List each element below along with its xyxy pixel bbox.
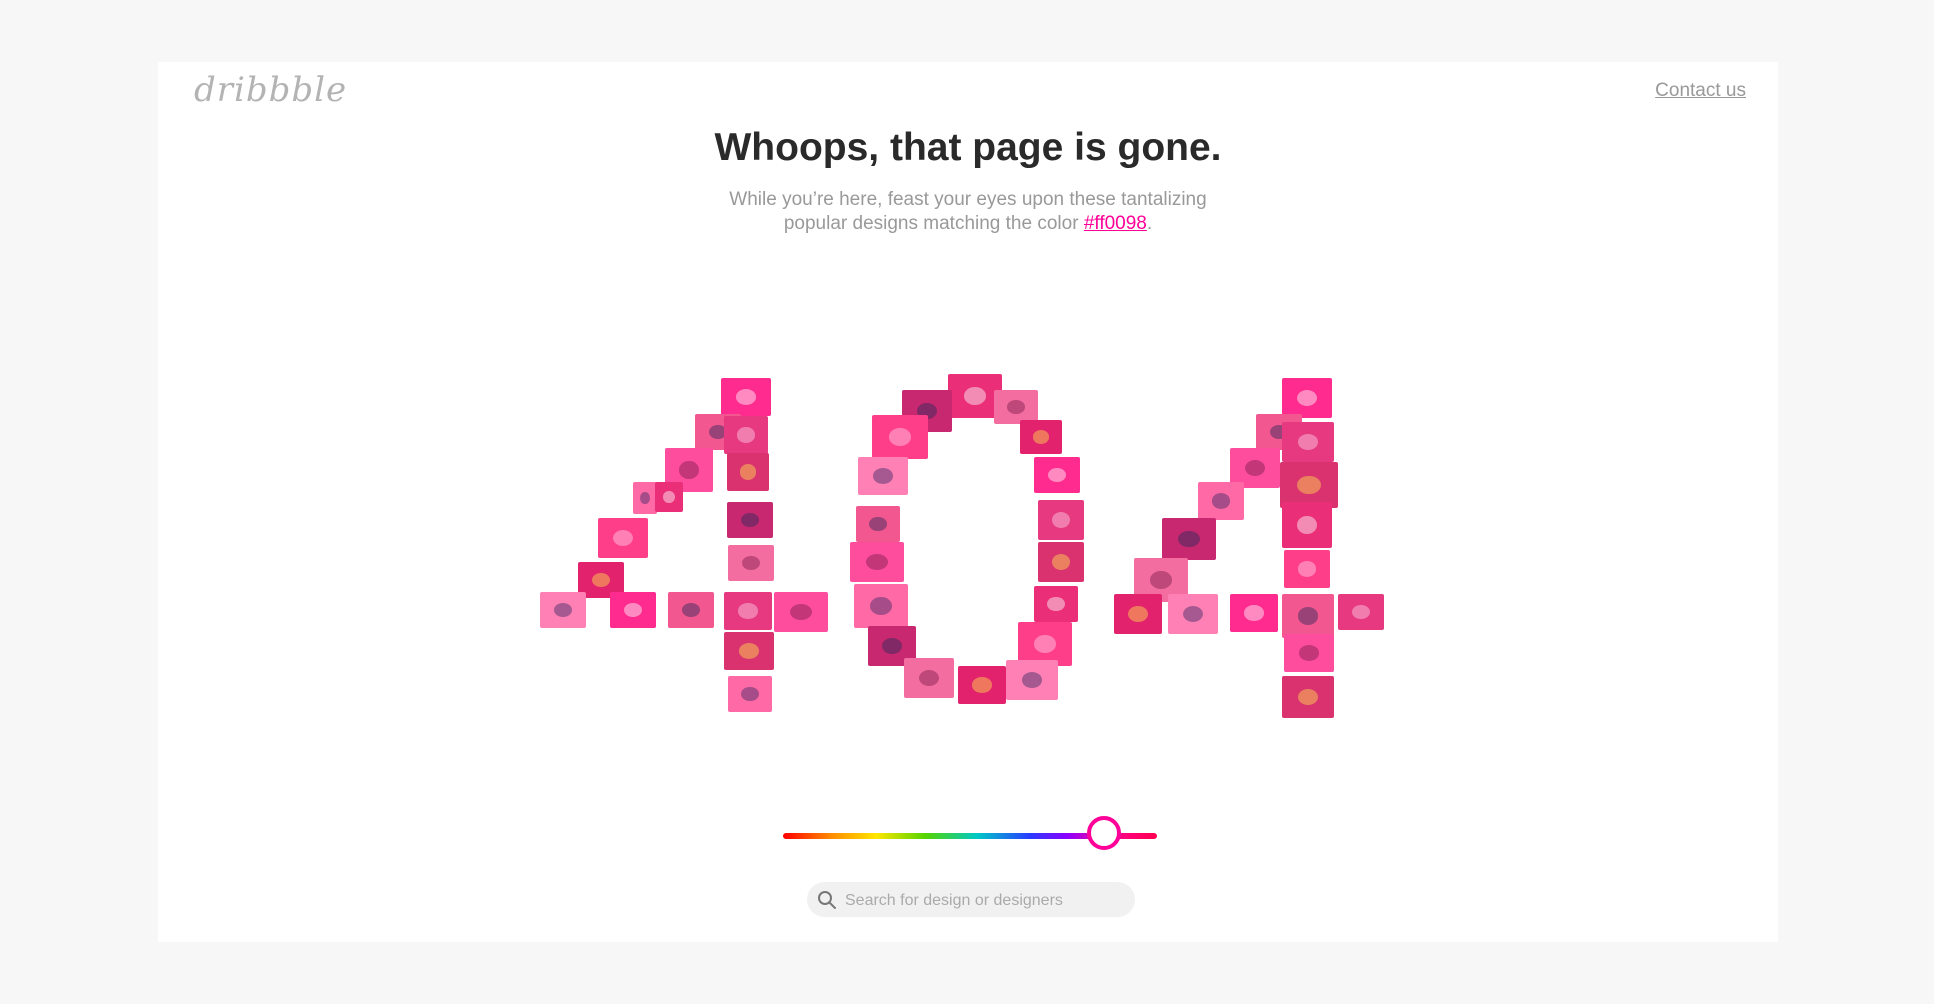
shots-404-mosaic: [158, 62, 1778, 942]
shot-thumbnail[interactable]: [774, 592, 828, 632]
shot-artwork: [736, 389, 756, 405]
shot-artwork: [739, 643, 759, 659]
shot-thumbnail[interactable]: [1114, 594, 1162, 634]
shot-artwork: [1299, 645, 1319, 661]
shot-thumbnail[interactable]: [540, 592, 586, 628]
search-bar[interactable]: [807, 882, 1135, 919]
shot-artwork: [1245, 460, 1265, 476]
shot-thumbnail[interactable]: [958, 666, 1006, 704]
shot-thumbnail[interactable]: [721, 378, 771, 416]
shot-artwork: [790, 604, 812, 620]
shot-thumbnail[interactable]: [724, 592, 772, 630]
shot-thumbnail[interactable]: [872, 415, 928, 459]
shot-thumbnail[interactable]: [858, 457, 908, 495]
shot-artwork: [873, 468, 893, 484]
shot-thumbnail[interactable]: [1168, 594, 1218, 634]
color-slider-thumb[interactable]: [1087, 816, 1121, 850]
shot-artwork: [679, 461, 699, 479]
shot-artwork: [1047, 596, 1065, 612]
shot-artwork: [1051, 554, 1071, 570]
shot-thumbnail[interactable]: [655, 482, 683, 512]
shot-thumbnail[interactable]: [994, 390, 1038, 424]
page-container: dribbble Contact us Whoops, that page is…: [158, 62, 1778, 942]
shot-artwork: [1211, 493, 1231, 509]
shot-artwork: [741, 555, 761, 571]
shot-thumbnail[interactable]: [724, 632, 774, 670]
shot-thumbnail[interactable]: [1282, 378, 1332, 418]
shot-thumbnail[interactable]: [1282, 676, 1334, 718]
shot-thumbnail[interactable]: [728, 676, 772, 712]
shot-thumbnail[interactable]: [1162, 518, 1216, 560]
shot-artwork: [1297, 561, 1317, 577]
shot-thumbnail[interactable]: [668, 592, 714, 628]
shot-thumbnail[interactable]: [1282, 502, 1332, 548]
shot-artwork: [1007, 400, 1025, 414]
shot-artwork: [972, 677, 992, 693]
shot-thumbnail[interactable]: [727, 502, 773, 538]
shot-artwork: [1032, 430, 1050, 444]
shot-thumbnail[interactable]: [1006, 660, 1058, 700]
shot-artwork: [888, 428, 912, 446]
shot-thumbnail[interactable]: [1282, 594, 1334, 638]
shot-thumbnail[interactable]: [1038, 500, 1084, 540]
shot-artwork: [740, 512, 760, 528]
shot-thumbnail[interactable]: [856, 506, 900, 542]
shot-thumbnail[interactable]: [1198, 482, 1244, 520]
shot-artwork: [1297, 515, 1317, 535]
shot-artwork: [1297, 688, 1319, 706]
shot-thumbnail[interactable]: [1020, 420, 1062, 454]
shot-thumbnail[interactable]: [1034, 457, 1080, 493]
shot-artwork: [1297, 390, 1317, 406]
shot-artwork: [1051, 512, 1071, 528]
shot-artwork: [1034, 635, 1056, 653]
shot-thumbnail[interactable]: [1230, 594, 1278, 632]
shot-artwork: [1128, 606, 1148, 622]
shot-artwork: [623, 602, 643, 618]
shot-thumbnail[interactable]: [854, 584, 908, 628]
shot-thumbnail[interactable]: [727, 453, 769, 491]
shot-artwork: [1047, 467, 1067, 483]
shot-artwork: [640, 491, 650, 505]
shot-thumbnail[interactable]: [724, 416, 768, 454]
search-icon: [818, 891, 836, 909]
shot-artwork: [869, 516, 887, 532]
shot-artwork: [613, 530, 633, 546]
shot-artwork: [681, 602, 701, 618]
shot-artwork: [741, 686, 759, 702]
shot-artwork: [1178, 530, 1200, 548]
shot-artwork: [591, 572, 611, 588]
shot-thumbnail[interactable]: [598, 518, 648, 558]
shot-thumbnail[interactable]: [728, 545, 774, 581]
shot-artwork: [1297, 607, 1319, 625]
shot-artwork: [870, 597, 892, 615]
shot-artwork: [553, 602, 573, 618]
search-input[interactable]: [843, 882, 1127, 919]
shot-artwork: [1351, 604, 1371, 620]
shot-thumbnail[interactable]: [1034, 586, 1078, 622]
shot-thumbnail[interactable]: [1338, 594, 1384, 630]
shot-thumbnail[interactable]: [1282, 422, 1334, 462]
shot-artwork: [919, 670, 939, 686]
shot-artwork: [737, 427, 755, 443]
shot-thumbnail[interactable]: [850, 542, 904, 582]
shot-thumbnail[interactable]: [904, 658, 954, 698]
shot-thumbnail[interactable]: [610, 592, 656, 628]
shot-thumbnail[interactable]: [1038, 542, 1084, 582]
shot-artwork: [866, 554, 888, 570]
shot-thumbnail[interactable]: [1284, 550, 1330, 588]
shot-artwork: [1183, 606, 1203, 622]
shot-artwork: [1021, 672, 1043, 688]
shot-thumbnail[interactable]: [1284, 634, 1334, 672]
shot-artwork: [964, 387, 986, 405]
shot-artwork: [1297, 434, 1319, 450]
shot-artwork: [882, 638, 902, 654]
shot-artwork: [663, 491, 675, 503]
shot-thumbnail[interactable]: [633, 482, 657, 514]
shot-artwork: [738, 603, 758, 619]
shot-artwork: [739, 464, 757, 480]
shot-artwork: [1150, 571, 1172, 589]
shot-artwork: [1297, 475, 1321, 495]
shot-artwork: [1244, 605, 1264, 621]
